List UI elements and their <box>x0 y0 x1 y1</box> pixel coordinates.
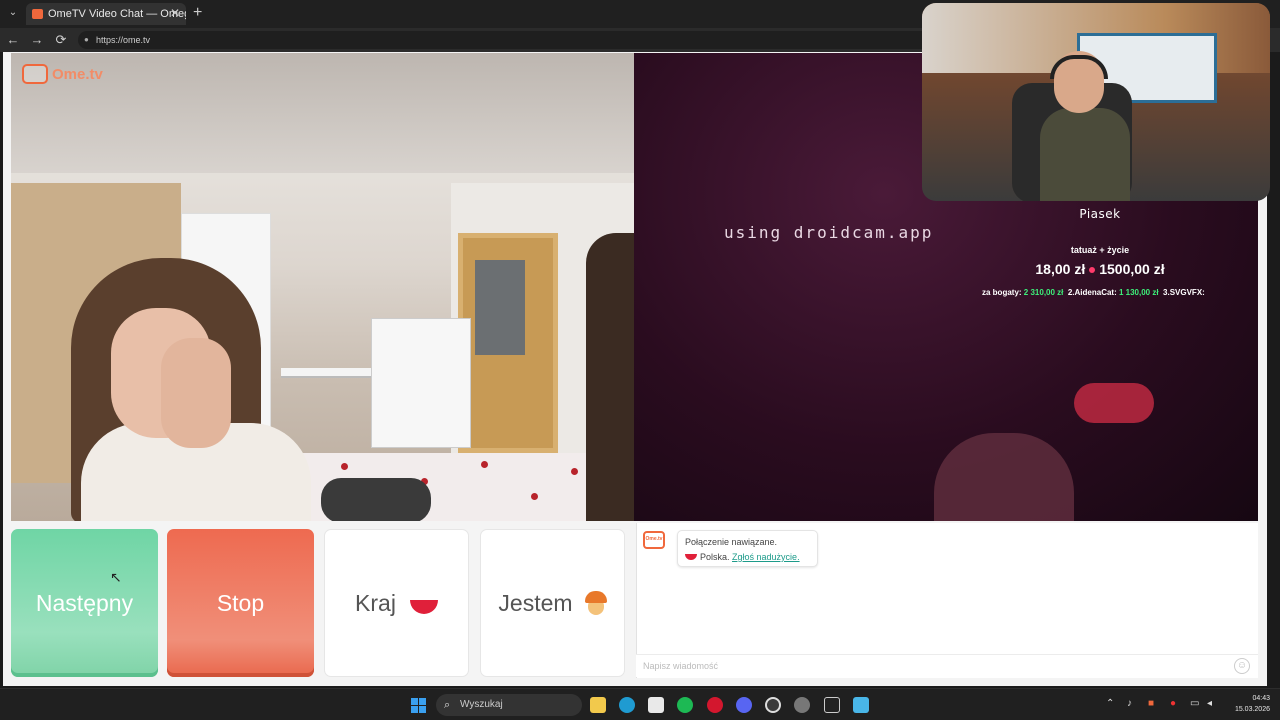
logo-text: Ome.tv <box>52 65 103 83</box>
door-glass <box>475 260 525 355</box>
next-label: Następny <box>35 589 134 616</box>
back-icon[interactable]: ← <box>4 31 22 49</box>
new-tab-button[interactable]: + <box>193 4 202 22</box>
forward-icon[interactable]: → <box>28 31 46 49</box>
file-explorer-icon[interactable] <box>590 697 606 713</box>
bedsheet-heart <box>481 461 488 468</box>
clock-date: 15.03.2026 <box>1234 706 1270 713</box>
ranking-amount: 1 130,00 zł <box>1118 288 1159 297</box>
taskbar-search-placeholder: Wyszukaj <box>460 699 503 710</box>
url-field[interactable]: ● https://ome.tv <box>78 31 978 49</box>
poland-flag-icon <box>409 600 438 614</box>
reload-icon[interactable]: ⟳ <box>52 31 70 49</box>
ranking-name: za bogaty: <box>982 288 1022 297</box>
connection-country: Polska. <box>700 552 730 562</box>
steam-icon[interactable] <box>824 697 840 713</box>
ometv-logo: Ome.tv <box>22 63 103 85</box>
edge-icon[interactable] <box>619 697 635 713</box>
goal-current: 18,00 zł <box>1035 261 1086 277</box>
mouse-cursor-icon: ↖ <box>110 569 122 585</box>
search-icon: ⌕ <box>444 699 451 711</box>
bedsheet-heart <box>571 468 578 475</box>
room-desk <box>281 368 381 378</box>
microphone-icon[interactable]: ● <box>1170 698 1176 709</box>
donation-goal-values: 18,00 zł 1500,00 zł <box>980 261 1220 277</box>
donation-ranking: za bogaty: 2 310,00 zł 2.AidenaCat: 1 13… <box>982 288 1258 300</box>
goal-target: 1500,00 zł <box>1099 261 1165 277</box>
room-shelf-unit <box>371 318 471 448</box>
country-label: Kraj <box>355 589 396 616</box>
gender-label: Jestem <box>498 589 573 616</box>
windows-start-icon[interactable] <box>411 698 426 713</box>
male-person-icon <box>584 591 607 615</box>
donation-goal-label: tatuaż + życie <box>1070 245 1130 255</box>
streamer-webcam <box>922 3 1270 201</box>
ometv-tv-icon <box>22 64 48 84</box>
droidcam-watermark: using droidcam.app <box>724 223 934 242</box>
webcam-streamer-body <box>1040 108 1130 201</box>
chat-input-placeholder: Napisz wiadomość <box>643 661 719 671</box>
stranger-video <box>11 53 634 521</box>
ranking-amount: 2 310,00 zł <box>1023 288 1064 297</box>
room-curtain <box>586 233 634 521</box>
volume-mixer-icon[interactable]: ♪ <box>1127 698 1132 709</box>
ranking-name: 3.SVGVFX: <box>1163 288 1205 297</box>
next-button[interactable]: Następny <box>11 529 158 677</box>
stop-label: Stop <box>216 589 265 616</box>
gender-button[interactable]: Jestem <box>480 529 625 677</box>
clock-time: 04:43 <box>1252 695 1270 702</box>
room-ceiling <box>11 53 634 173</box>
ometv-tray-icon[interactable]: ■ <box>1148 698 1154 709</box>
close-tab-icon[interactable]: ✕ <box>170 6 180 20</box>
stranger-hand <box>161 338 231 448</box>
bedsheet-heart <box>341 463 348 470</box>
streamer-name: Piasek <box>1079 207 1121 221</box>
taskbar-search[interactable]: ⌕ Wyszukaj <box>436 694 582 716</box>
taskbar-clock[interactable]: 04:43 15.03.2026 <box>1226 693 1270 715</box>
browser-tab-ometv[interactable]: OmeTV Video Chat — Omegle ✕ <box>26 3 186 25</box>
ometv-favicon-icon <box>32 9 43 19</box>
site-info-icon[interactable]: ● <box>84 31 89 49</box>
notepad-icon[interactable] <box>853 697 869 713</box>
tray-overflow-icon[interactable]: ⌃ <box>1106 698 1114 709</box>
self-light-shape <box>1074 383 1154 423</box>
connection-country-line: Polska. Zgłoś nadużycie. <box>685 550 810 565</box>
room-pillow <box>321 478 431 521</box>
country-button[interactable]: Kraj <box>324 529 469 677</box>
report-abuse-link[interactable]: Zgłoś nadużycie. <box>732 552 800 562</box>
spotify-icon[interactable] <box>677 697 693 713</box>
tab-list-icon[interactable]: ⌄ <box>5 5 21 21</box>
network-icon[interactable]: ▭ <box>1190 698 1199 709</box>
url-text: https://ome.tv <box>96 35 151 45</box>
stop-button[interactable]: Stop <box>167 529 314 677</box>
ometv-chat-icon: Ome.tv <box>643 531 665 549</box>
discord-icon[interactable] <box>736 697 752 713</box>
poland-flag-icon <box>685 554 697 560</box>
room-door <box>458 233 558 453</box>
tab-title: OmeTV Video Chat — Omegle <box>48 8 186 20</box>
obs-icon[interactable] <box>765 697 781 713</box>
goal-separator <box>1089 267 1096 274</box>
connection-message: Połączenie nawiązane. Polska. Zgłoś nadu… <box>677 530 818 567</box>
ranking-name: 2.AidenaCat: <box>1067 288 1117 297</box>
chrome-icon[interactable] <box>794 697 810 713</box>
opera-icon[interactable] <box>707 697 723 713</box>
connection-status: Połączenie nawiązane. <box>685 537 778 547</box>
self-head-shape <box>934 433 1074 521</box>
bedsheet-heart <box>531 493 538 500</box>
windows-taskbar: ⌕ Wyszukaj ⌃ ♪ ■ ● ▭ ◂ 04:43 15.03.2026 <box>0 688 1280 720</box>
emoji-icon[interactable]: ☺ <box>1234 658 1250 674</box>
speaker-icon[interactable]: ◂ <box>1207 698 1212 709</box>
chat-input[interactable]: Napisz wiadomość ☺ <box>636 654 1258 677</box>
store-icon[interactable] <box>648 697 664 713</box>
